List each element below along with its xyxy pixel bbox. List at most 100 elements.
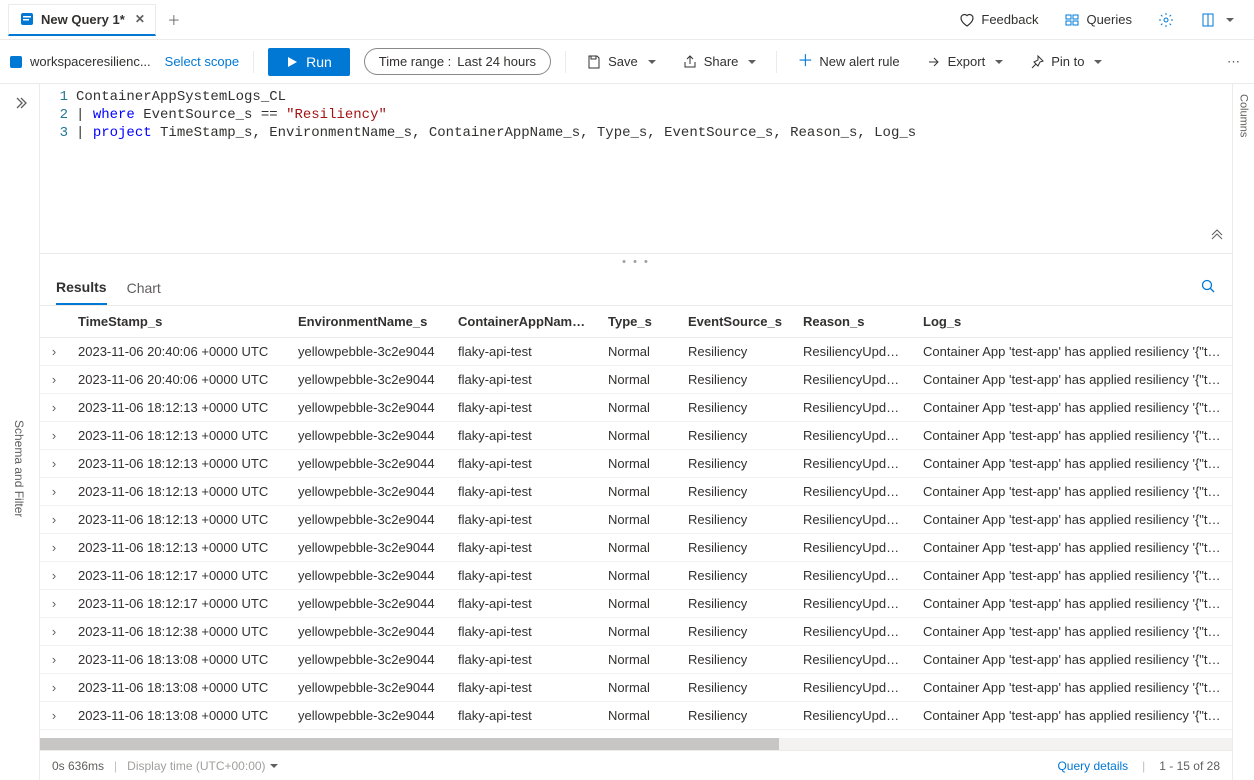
cell-log: Container App 'test-app' has applied res… bbox=[913, 562, 1232, 590]
tab-chart[interactable]: Chart bbox=[127, 280, 161, 304]
new-tab-button[interactable]: ＋ bbox=[160, 10, 188, 29]
workspace-picker[interactable]: workspaceresilienc... bbox=[8, 54, 151, 70]
table-row[interactable]: ›2023-11-06 18:12:13 +0000 UTCyellowpebb… bbox=[40, 450, 1232, 478]
query-time: 0s 636ms bbox=[52, 759, 104, 773]
col-env[interactable]: EnvironmentName_s bbox=[288, 306, 448, 338]
display-time-picker[interactable]: Display time (UTC+00:00) bbox=[127, 759, 277, 773]
results-table-wrap[interactable]: TimeStamp_s EnvironmentName_s ContainerA… bbox=[40, 306, 1232, 738]
table-row[interactable]: ›2023-11-06 18:12:13 +0000 UTCyellowpebb… bbox=[40, 478, 1232, 506]
columns-rail-label[interactable]: Columns bbox=[1238, 94, 1250, 780]
code-area[interactable]: ContainerAppSystemLogs_CL| where EventSo… bbox=[76, 84, 1232, 253]
query-editor[interactable]: 1 2 3 ContainerAppSystemLogs_CL| where E… bbox=[40, 84, 1232, 254]
new-alert-button[interactable]: ＋ New alert rule bbox=[791, 50, 905, 73]
tab-close-icon[interactable]: ✕ bbox=[135, 12, 145, 26]
cell-type: Normal bbox=[598, 534, 678, 562]
share-button[interactable]: Share bbox=[676, 50, 763, 74]
paging-text: 1 - 15 of 28 bbox=[1159, 759, 1220, 773]
row-expand-icon[interactable]: › bbox=[40, 702, 68, 730]
cell-env: yellowpebble-3c2e9044 bbox=[288, 506, 448, 534]
time-range-picker[interactable]: Time range : Last 24 hours bbox=[364, 48, 551, 75]
table-row[interactable]: ›2023-11-06 18:13:08 +0000 UTCyellowpebb… bbox=[40, 646, 1232, 674]
cell-reason: ResiliencyUpdate bbox=[793, 366, 913, 394]
table-row[interactable]: ›2023-11-06 18:12:17 +0000 UTCyellowpebb… bbox=[40, 590, 1232, 618]
columns-rail[interactable]: Columns bbox=[1232, 84, 1254, 780]
cell-log: Container App 'test-app' has applied res… bbox=[913, 618, 1232, 646]
cell-timestamp: 2023-11-06 18:12:13 +0000 UTC bbox=[68, 506, 288, 534]
cell-source: Resiliency bbox=[678, 702, 793, 730]
collapse-editor-icon[interactable] bbox=[1210, 226, 1224, 245]
row-expand-icon[interactable]: › bbox=[40, 674, 68, 702]
splitter-handle[interactable]: • • • bbox=[40, 254, 1232, 270]
col-type[interactable]: Type_s bbox=[598, 306, 678, 338]
cell-log: Container App 'test-app' has applied res… bbox=[913, 590, 1232, 618]
feedback-button[interactable]: Feedback bbox=[953, 8, 1044, 32]
export-button[interactable]: Export bbox=[920, 50, 1010, 74]
row-expand-icon[interactable]: › bbox=[40, 478, 68, 506]
cell-env: yellowpebble-3c2e9044 bbox=[288, 646, 448, 674]
tab-title: New Query 1* bbox=[41, 12, 125, 27]
horizontal-scrollbar[interactable] bbox=[40, 738, 1232, 750]
query-details-link[interactable]: Query details bbox=[1057, 759, 1128, 773]
cell-env: yellowpebble-3c2e9044 bbox=[288, 338, 448, 366]
workspace-icon bbox=[8, 54, 24, 70]
row-expand-icon[interactable]: › bbox=[40, 506, 68, 534]
row-expand-icon[interactable]: › bbox=[40, 534, 68, 562]
run-button[interactable]: Run bbox=[268, 48, 350, 76]
row-expand-icon[interactable]: › bbox=[40, 618, 68, 646]
row-expand-icon[interactable]: › bbox=[40, 562, 68, 590]
col-source[interactable]: EventSource_s bbox=[678, 306, 793, 338]
table-row[interactable]: ›2023-11-06 18:12:38 +0000 UTCyellowpebb… bbox=[40, 618, 1232, 646]
separator bbox=[776, 51, 777, 73]
col-app[interactable]: ContainerAppName_s bbox=[448, 306, 598, 338]
col-log[interactable]: Log_s bbox=[913, 306, 1232, 338]
table-row[interactable]: ›2023-11-06 18:13:08 +0000 UTCyellowpebb… bbox=[40, 702, 1232, 730]
table-row[interactable]: ›2023-11-06 20:40:06 +0000 UTCyellowpebb… bbox=[40, 338, 1232, 366]
more-button[interactable]: ⋯ bbox=[1221, 54, 1246, 70]
results-search-icon[interactable] bbox=[1200, 278, 1216, 305]
cell-app: flaky-api-test bbox=[448, 590, 598, 618]
cell-source: Resiliency bbox=[678, 674, 793, 702]
row-expand-icon[interactable]: › bbox=[40, 450, 68, 478]
table-row[interactable]: ›2023-11-06 18:12:13 +0000 UTCyellowpebb… bbox=[40, 534, 1232, 562]
table-row[interactable]: ›2023-11-06 18:13:08 +0000 UTCyellowpebb… bbox=[40, 674, 1232, 702]
col-timestamp[interactable]: TimeStamp_s bbox=[68, 306, 288, 338]
tab-active[interactable]: New Query 1* ✕ bbox=[8, 4, 156, 36]
table-row[interactable]: ›2023-11-06 18:12:17 +0000 UTCyellowpebb… bbox=[40, 562, 1232, 590]
col-reason[interactable]: Reason_s bbox=[793, 306, 913, 338]
cell-reason: ResiliencyUpdate bbox=[793, 450, 913, 478]
cell-log: Container App 'test-app' has applied res… bbox=[913, 674, 1232, 702]
plus-icon: ＋ bbox=[797, 56, 813, 68]
queries-button[interactable]: Queries bbox=[1058, 8, 1138, 32]
cell-app: flaky-api-test bbox=[448, 674, 598, 702]
row-expand-icon[interactable]: › bbox=[40, 590, 68, 618]
table-row[interactable]: ›2023-11-06 20:40:06 +0000 UTCyellowpebb… bbox=[40, 366, 1232, 394]
cell-log: Container App 'test-app' has applied res… bbox=[913, 394, 1232, 422]
cell-timestamp: 2023-11-06 18:12:17 +0000 UTC bbox=[68, 562, 288, 590]
save-button[interactable]: Save bbox=[580, 50, 662, 74]
row-expand-icon[interactable]: › bbox=[40, 366, 68, 394]
settings-button[interactable] bbox=[1152, 8, 1180, 32]
pin-button[interactable]: Pin to bbox=[1023, 50, 1108, 74]
table-row[interactable]: ›2023-11-06 18:12:13 +0000 UTCyellowpebb… bbox=[40, 422, 1232, 450]
cell-type: Normal bbox=[598, 674, 678, 702]
cell-env: yellowpebble-3c2e9044 bbox=[288, 450, 448, 478]
cell-app: flaky-api-test bbox=[448, 534, 598, 562]
table-row[interactable]: ›2023-11-06 18:12:13 +0000 UTCyellowpebb… bbox=[40, 506, 1232, 534]
row-expand-icon[interactable]: › bbox=[40, 422, 68, 450]
book-icon bbox=[1200, 12, 1216, 28]
row-expand-icon[interactable]: › bbox=[40, 338, 68, 366]
cell-log: Container App 'test-app' has applied res… bbox=[913, 338, 1232, 366]
cell-reason: ResiliencyUpdate bbox=[793, 562, 913, 590]
select-scope-link[interactable]: Select scope bbox=[165, 54, 239, 69]
cell-env: yellowpebble-3c2e9044 bbox=[288, 366, 448, 394]
tab-results[interactable]: Results bbox=[56, 279, 107, 305]
panel-toggle-button[interactable] bbox=[1194, 8, 1240, 32]
row-expand-icon[interactable]: › bbox=[40, 394, 68, 422]
row-expand-icon[interactable]: › bbox=[40, 646, 68, 674]
scrollbar-thumb[interactable] bbox=[40, 738, 779, 750]
logs-icon bbox=[19, 11, 35, 27]
cell-source: Resiliency bbox=[678, 618, 793, 646]
expand-rail-icon[interactable] bbox=[13, 96, 27, 113]
table-row[interactable]: ›2023-11-06 18:12:13 +0000 UTCyellowpebb… bbox=[40, 394, 1232, 422]
table-header-row: TimeStamp_s EnvironmentName_s ContainerA… bbox=[40, 306, 1232, 338]
